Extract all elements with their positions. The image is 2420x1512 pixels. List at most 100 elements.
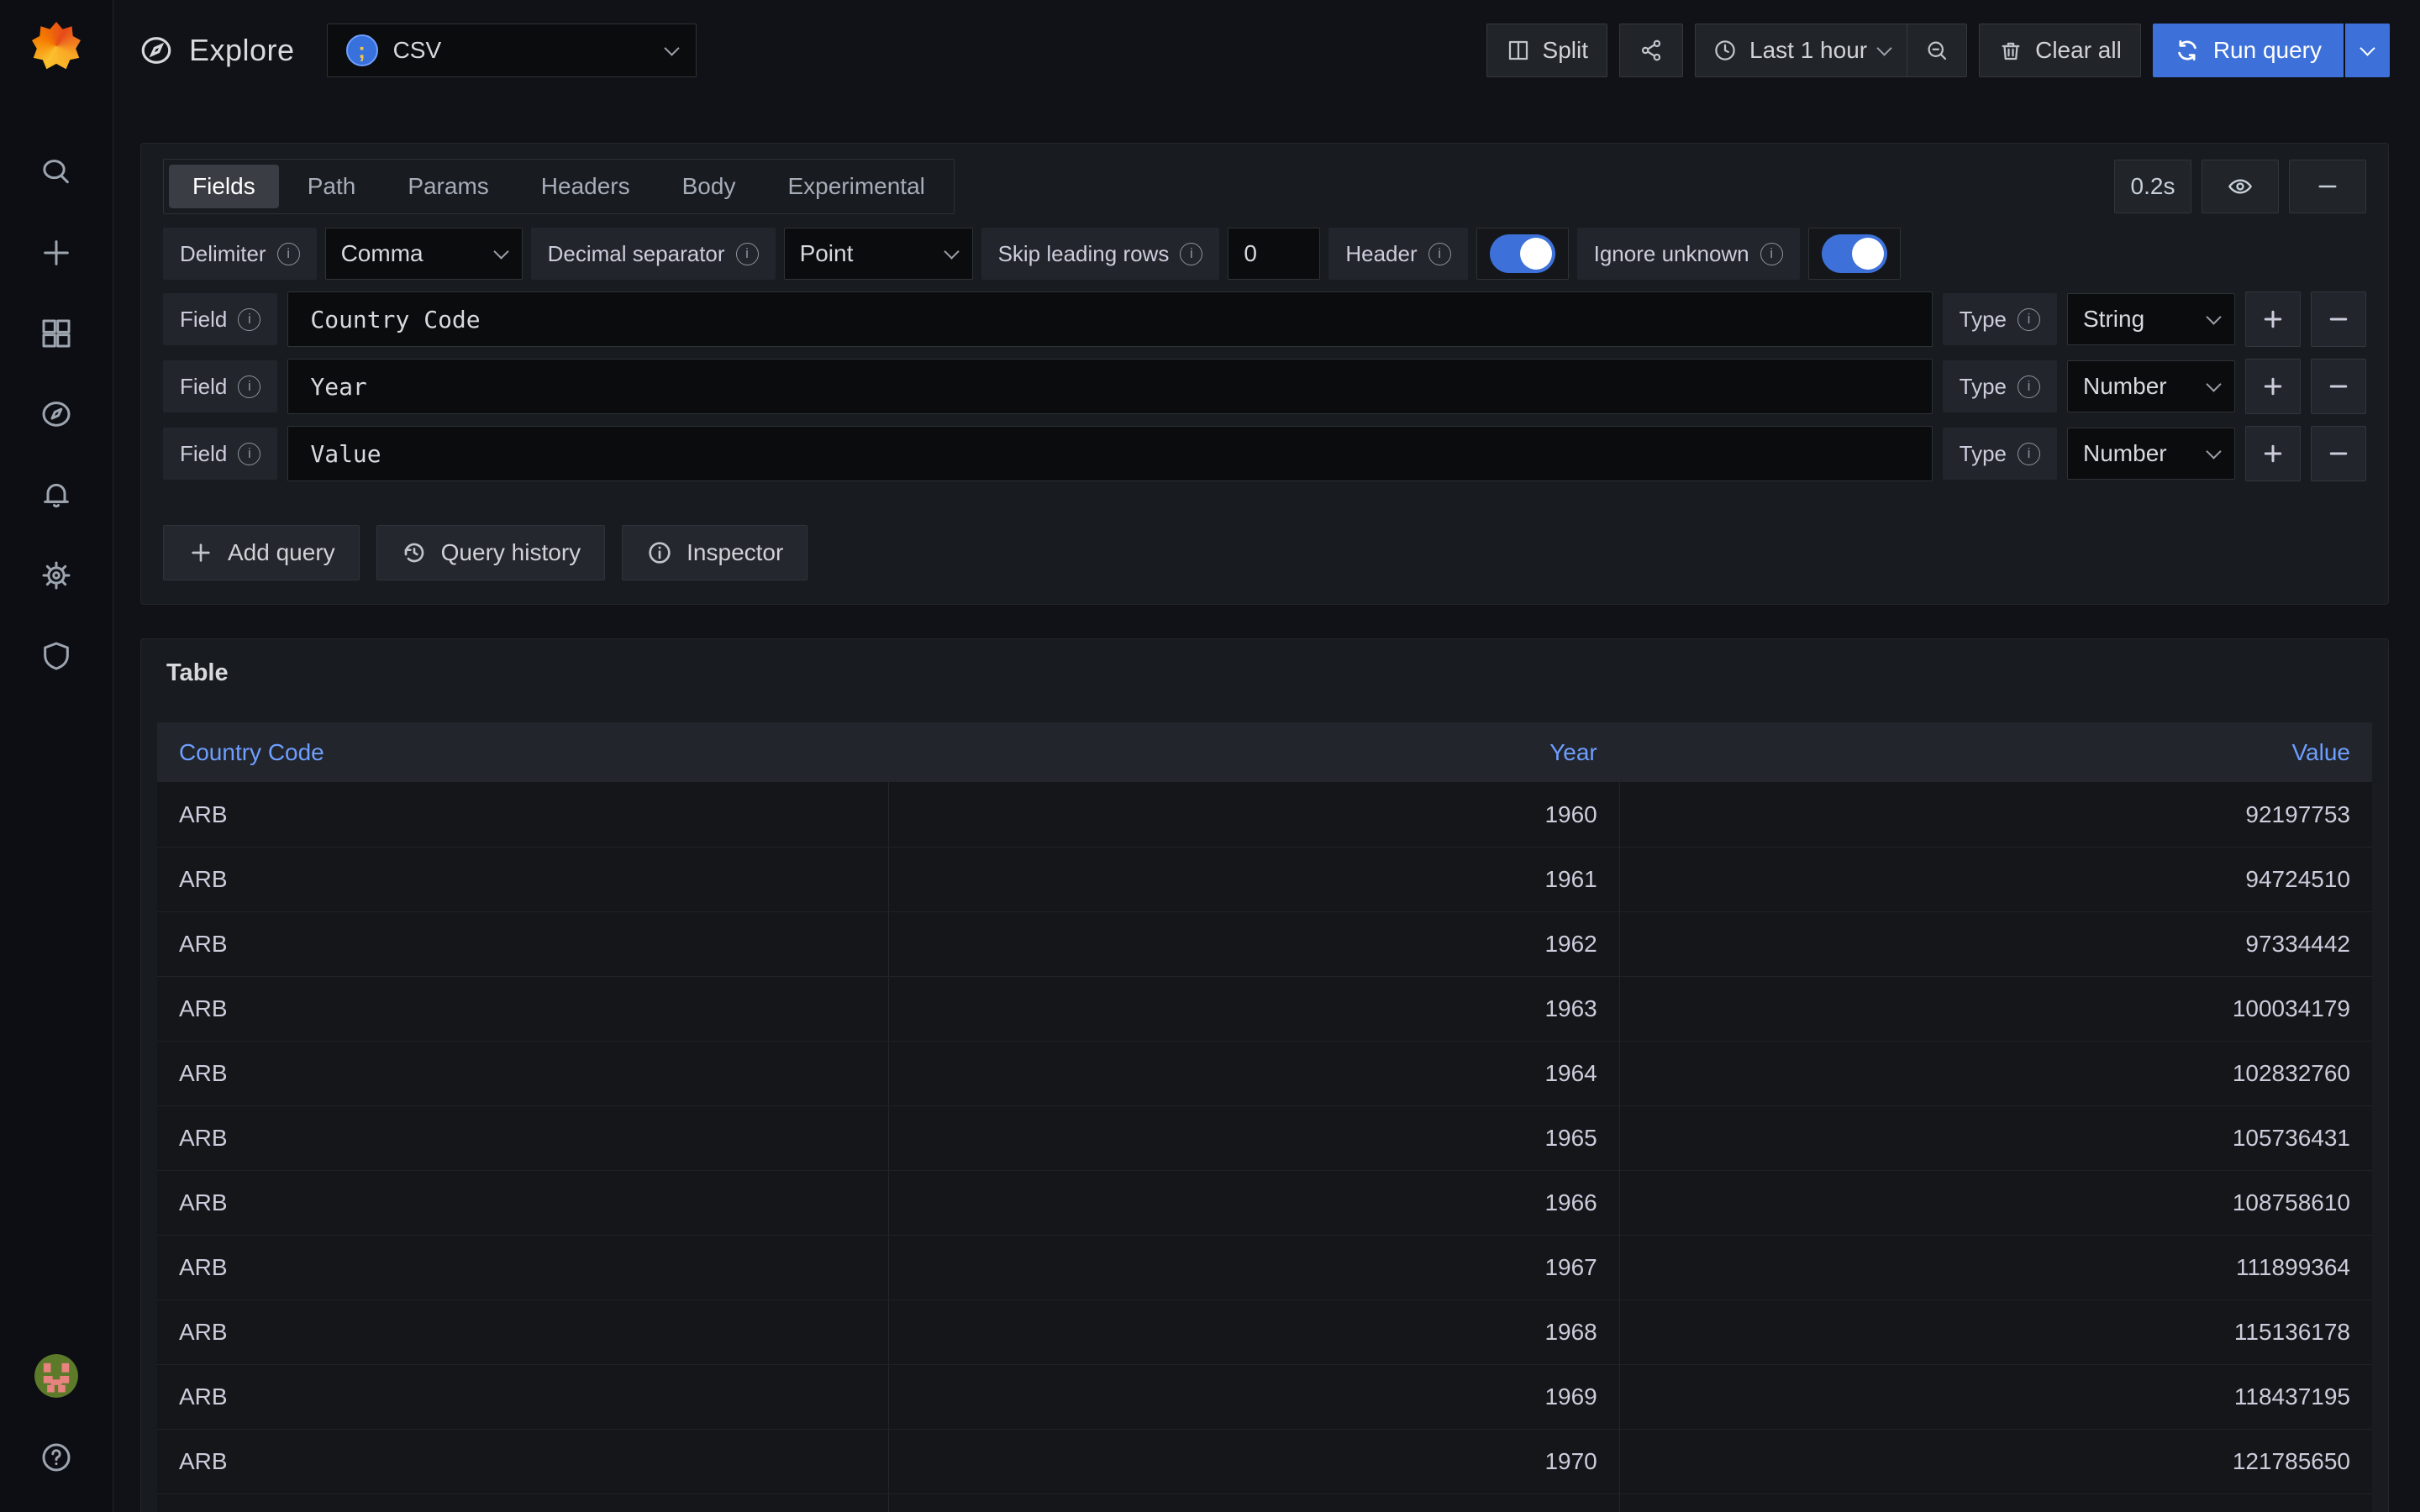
split-label: Split <box>1543 37 1588 64</box>
table-cell: ARB <box>157 1430 888 1494</box>
nav-bottom-group <box>34 1354 78 1475</box>
skip-rows-input[interactable] <box>1228 228 1320 280</box>
search-icon[interactable] <box>39 155 74 190</box>
tab-experimental[interactable]: Experimental <box>764 165 948 208</box>
nav-icon-group <box>39 155 74 674</box>
help-icon[interactable] <box>39 1440 74 1475</box>
plus-icon <box>2260 307 2286 332</box>
info-icon[interactable]: i <box>736 243 759 265</box>
share-button[interactable] <box>1619 24 1683 77</box>
table-cell: 1960 <box>888 782 1619 847</box>
inspector-button[interactable]: Inspector <box>622 525 808 580</box>
table-cell: ARB <box>157 1106 888 1170</box>
split-button[interactable]: Split <box>1486 24 1607 77</box>
add-field-button[interactable] <box>2245 426 2301 481</box>
table-row: ARB196297334442 <box>157 911 2372 976</box>
field-name-input[interactable] <box>287 426 1932 481</box>
run-query-dropdown-button[interactable] <box>2345 24 2390 77</box>
zoom-out-button[interactable] <box>1907 24 1966 76</box>
plus-icon <box>2260 374 2286 399</box>
field-row: Field i Type i String <box>163 291 2366 347</box>
field-name-input[interactable] <box>287 291 1932 347</box>
tab-body[interactable]: Body <box>659 165 760 208</box>
datasource-picker[interactable]: ; CSV <box>327 24 697 77</box>
table-cell: 1962 <box>888 912 1619 976</box>
add-query-button[interactable]: Add query <box>163 525 360 580</box>
table-cell: ARB <box>157 1236 888 1299</box>
table-cell: 97334442 <box>1619 912 2372 976</box>
table-row: ARB1970121785650 <box>157 1429 2372 1494</box>
admin-shield-icon[interactable] <box>39 638 74 674</box>
table-cell: 92197753 <box>1619 782 2372 847</box>
table-header-row: Country Code Year Value <box>157 722 2372 782</box>
settings-gear-icon[interactable] <box>39 558 74 593</box>
toolbar-actions: Split Last 1 hour C <box>1486 24 2390 77</box>
delimiter-select[interactable]: Comma <box>325 228 523 280</box>
zoom-out-icon <box>1924 38 1949 63</box>
info-icon[interactable]: i <box>238 308 260 331</box>
info-icon[interactable]: i <box>277 243 300 265</box>
remove-field-button[interactable] <box>2311 291 2366 347</box>
panel-title: Table <box>141 639 2388 704</box>
collapse-query-button[interactable] <box>2289 160 2366 213</box>
table-cell: 1969 <box>888 1365 1619 1429</box>
time-range-button[interactable]: Last 1 hour <box>1696 24 1907 76</box>
info-icon[interactable]: i <box>2018 308 2040 331</box>
run-query-button[interactable]: Run query <box>2153 24 2344 77</box>
info-icon[interactable]: i <box>238 443 260 465</box>
table-cell: 108758610 <box>1619 1171 2372 1235</box>
remove-field-button[interactable] <box>2311 426 2366 481</box>
info-icon[interactable]: i <box>2018 375 2040 398</box>
hide-response-button[interactable] <box>2202 160 2279 213</box>
user-avatar[interactable] <box>34 1354 78 1398</box>
table-row: ARB196092197753 <box>157 782 2372 847</box>
info-icon[interactable]: i <box>238 375 260 398</box>
header-toggle[interactable] <box>1490 234 1555 273</box>
table-cell: 100034179 <box>1619 977 2372 1041</box>
ignore-unknown-label: Ignore unknown i <box>1577 228 1800 280</box>
tab-params[interactable]: Params <box>384 165 512 208</box>
info-icon[interactable]: i <box>1428 243 1451 265</box>
run-query-label: Run query <box>2213 37 2322 64</box>
column-header-value[interactable]: Value <box>1619 722 2372 782</box>
field-name-input[interactable] <box>287 359 1932 414</box>
field-type-select[interactable]: Number <box>2067 428 2235 480</box>
table-row: ARB1965105736431 <box>157 1105 2372 1170</box>
table-cell: 1970 <box>888 1430 1619 1494</box>
chevron-down-icon <box>2206 309 2221 324</box>
table-row: ARB1969118437195 <box>157 1364 2372 1429</box>
type-label: Type i <box>1943 428 2057 480</box>
dashboards-icon[interactable] <box>39 316 74 351</box>
decimal-separator-select[interactable]: Point <box>784 228 973 280</box>
minus-icon <box>2326 307 2351 332</box>
field-type-select[interactable]: Number <box>2067 360 2235 412</box>
info-icon[interactable]: i <box>2018 443 2040 465</box>
table-row: ARB1966108758610 <box>157 1170 2372 1235</box>
explore-compass-icon[interactable] <box>39 396 74 432</box>
alerting-bell-icon[interactable] <box>39 477 74 512</box>
table-cell: ARB <box>157 1365 888 1429</box>
table-row: ARB1967111899364 <box>157 1235 2372 1299</box>
tab-fields[interactable]: Fields <box>169 165 279 208</box>
tab-path[interactable]: Path <box>284 165 380 208</box>
main-area: Explore ; CSV Split Last 1 hour <box>113 0 2420 1512</box>
info-icon[interactable]: i <box>1760 243 1783 265</box>
column-header-year[interactable]: Year <box>888 722 1619 782</box>
field-type-select[interactable]: String <box>2067 293 2235 345</box>
add-field-button[interactable] <box>2245 359 2301 414</box>
table-cell: 1965 <box>888 1106 1619 1170</box>
column-header-country-code[interactable]: Country Code <box>157 722 888 782</box>
ignore-unknown-label-text: Ignore unknown <box>1594 241 1749 267</box>
clear-all-button[interactable]: Clear all <box>1979 24 2141 77</box>
type-label: Type i <box>1943 360 2057 412</box>
remove-field-button[interactable] <box>2311 359 2366 414</box>
query-history-button[interactable]: Query history <box>376 525 606 580</box>
grafana-logo-icon[interactable] <box>32 22 81 71</box>
add-icon[interactable] <box>39 235 74 270</box>
table-cell: 118437195 <box>1619 1365 2372 1429</box>
table-cell: 1967 <box>888 1236 1619 1299</box>
add-field-button[interactable] <box>2245 291 2301 347</box>
tab-headers[interactable]: Headers <box>518 165 654 208</box>
info-icon[interactable]: i <box>1180 243 1202 265</box>
ignore-unknown-toggle[interactable] <box>1822 234 1887 273</box>
